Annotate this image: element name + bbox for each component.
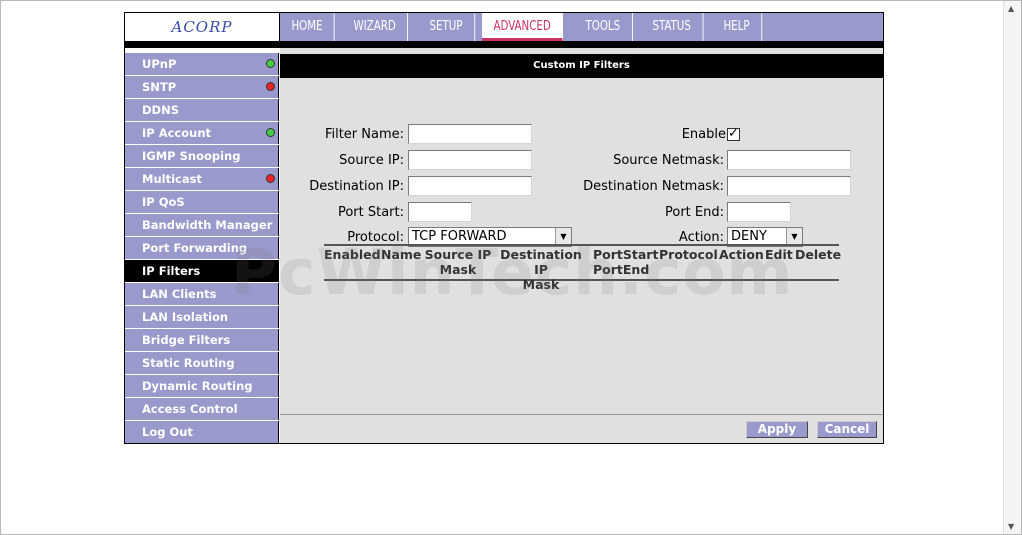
sidebar-item-label: Bandwidth Manager (142, 218, 273, 232)
filters-table-header: Enabled Name Source IP Mask Destination I… (324, 244, 842, 292)
port-start-input[interactable] (408, 202, 472, 222)
sidebar-item-dynamic-routing[interactable]: Dynamic Routing (125, 375, 279, 397)
sidebar-item-label: Multicast (142, 172, 202, 186)
cancel-button[interactable]: Cancel (817, 421, 877, 438)
port-start-label: Port Start: (337, 205, 404, 220)
brand-logo: ACORP (171, 18, 233, 36)
sidebar-item-label: Static Routing (142, 356, 235, 370)
status-green-icon (266, 128, 275, 137)
source-ip-label: Source IP: (339, 153, 404, 168)
filter-name-input[interactable] (408, 124, 532, 144)
page-scrollbar[interactable]: ▲ ▼ (1003, 1, 1021, 534)
column-edit: Edit (765, 247, 793, 262)
sidebar-item-access-control[interactable]: Access Control (125, 398, 279, 420)
source-netmask-input[interactable] (727, 150, 851, 170)
sidebar-item-label: DDNS (142, 103, 179, 117)
sidebar-item-ddns[interactable]: DDNS (125, 99, 279, 121)
sidebar-item-ip-filters[interactable]: IP Filters (125, 260, 279, 282)
page-title: Custom IP Filters (280, 54, 883, 78)
sidebar-item-label: Bridge Filters (142, 333, 231, 347)
port-end-label: Port End: (665, 205, 724, 220)
destination-netmask-input[interactable] (727, 176, 851, 196)
sidebar-item-ip-qos[interactable]: IP QoS (125, 191, 279, 213)
source-ip-input[interactable] (408, 150, 532, 170)
sidebar: UPnP SNTP DDNS IP Account IGMP Snooping … (125, 53, 279, 444)
header-divider (125, 41, 883, 48)
status-red-icon (266, 82, 275, 91)
protocol-label: Protocol: (347, 230, 404, 245)
sidebar-item-port-forwarding[interactable]: Port Forwarding (125, 237, 279, 259)
column-port-range: PortStart PortEnd (593, 247, 659, 277)
enable-label: Enable (681, 127, 726, 142)
destination-netmask-label: Destination Netmask: (583, 179, 724, 194)
sidebar-item-igmp-snooping[interactable]: IGMP Snooping (125, 145, 279, 167)
sidebar-item-label: IGMP Snooping (142, 149, 241, 163)
destination-ip-label: Destination IP: (309, 179, 404, 194)
column-action: Action (719, 247, 764, 262)
logo-area: ACORP (125, 13, 280, 41)
source-netmask-label: Source Netmask: (613, 153, 724, 168)
column-delete: Delete (795, 247, 842, 262)
sidebar-item-label: Access Control (142, 402, 238, 416)
router-admin-frame: ACORP HOME WIZARD SETUP ADVANCED TOOLS S… (124, 12, 884, 444)
tab-status[interactable]: STATUS (641, 13, 704, 41)
top-navigation: HOME WIZARD SETUP ADVANCED TOOLS STATUS … (280, 13, 883, 41)
action-label: Action: (678, 230, 724, 245)
sidebar-item-label: Dynamic Routing (142, 379, 253, 393)
sidebar-item-multicast[interactable]: Multicast (125, 168, 279, 190)
sidebar-item-lan-isolation[interactable]: LAN Isolation (125, 306, 279, 328)
sidebar-item-static-routing[interactable]: Static Routing (125, 352, 279, 374)
scroll-down-arrow-icon[interactable]: ▼ (1008, 522, 1014, 531)
sidebar-item-label: LAN Isolation (142, 310, 229, 324)
sidebar-item-upnp[interactable]: UPnP (125, 53, 279, 75)
column-enabled: Enabled (324, 247, 381, 262)
sidebar-item-label: Log Out (142, 425, 193, 439)
tab-setup[interactable]: SETUP (418, 13, 475, 41)
column-destination-ip: Destination IP Mask (500, 247, 582, 292)
tab-wizard[interactable]: WIZARD (342, 13, 409, 41)
footer-divider (280, 414, 883, 415)
sidebar-item-label: Port Forwarding (142, 241, 248, 255)
filter-name-label: Filter Name: (324, 127, 404, 142)
tab-home[interactable]: HOME (280, 13, 335, 41)
tab-advanced[interactable]: ADVANCED (482, 13, 564, 41)
sidebar-item-label: IP Filters (142, 264, 201, 278)
column-source-ip: Source IP Mask (424, 247, 492, 277)
apply-button[interactable]: Apply (746, 421, 808, 438)
sidebar-item-label: SNTP (142, 80, 177, 94)
tab-tools[interactable]: TOOLS (574, 13, 634, 41)
sidebar-item-label: UPnP (142, 57, 177, 71)
sidebar-item-sntp[interactable]: SNTP (125, 76, 279, 98)
sidebar-item-bandwidth-manager[interactable]: Bandwidth Manager (125, 214, 279, 236)
main-content: Custom IP Filters Filter Name: Enable ✓ … (280, 48, 883, 443)
status-red-icon (266, 174, 275, 183)
sidebar-item-log-out[interactable]: Log Out (125, 421, 279, 443)
sidebar-item-bridge-filters[interactable]: Bridge Filters (125, 329, 279, 351)
sidebar-item-label: IP QoS (142, 195, 185, 209)
scroll-up-arrow-icon[interactable]: ▲ (1008, 4, 1014, 13)
enable-checkbox[interactable]: ✓ (727, 127, 740, 141)
action-selected-value: DENY (731, 229, 767, 244)
sidebar-item-label: IP Account (142, 126, 212, 140)
protocol-selected-value: TCP FORWARD (412, 229, 507, 244)
destination-ip-input[interactable] (408, 176, 532, 196)
sidebar-item-label: LAN Clients (142, 287, 217, 301)
port-end-input[interactable] (727, 202, 791, 222)
column-protocol: Protocol (659, 247, 718, 262)
column-name: Name (381, 247, 422, 262)
sidebar-item-ip-account[interactable]: IP Account (125, 122, 279, 144)
tab-help[interactable]: HELP (712, 13, 762, 41)
sidebar-item-lan-clients[interactable]: LAN Clients (125, 283, 279, 305)
status-green-icon (266, 59, 275, 68)
